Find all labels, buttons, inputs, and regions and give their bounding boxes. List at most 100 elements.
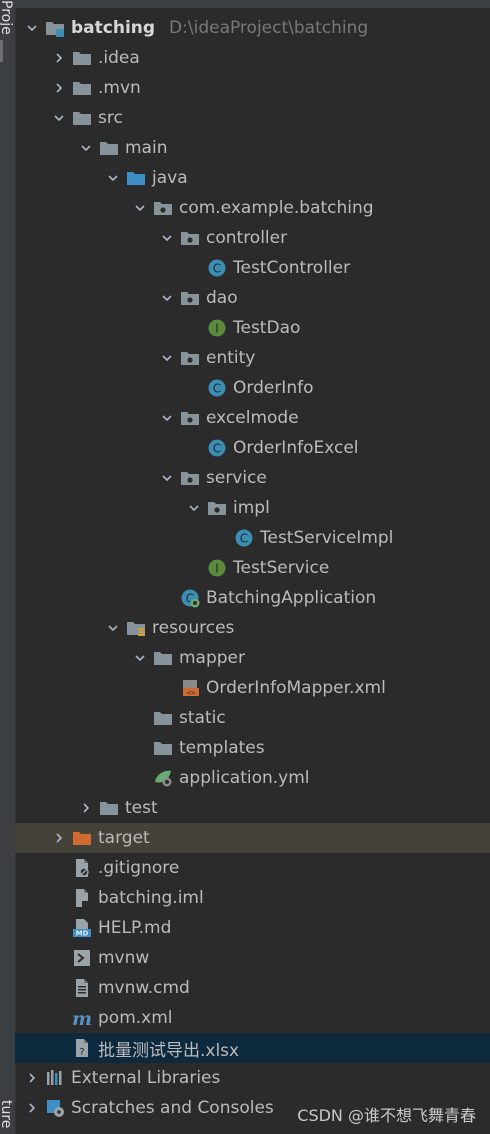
tree-node-label: test — [125, 798, 158, 818]
tree-node-label: target — [98, 828, 150, 848]
folder-icon — [72, 103, 92, 133]
tree-node-help-md[interactable]: MD HELP.md — [15, 913, 490, 943]
tree-node-label: com.example.batching — [179, 198, 374, 218]
tool-window-strip: Proje ture — [0, 0, 16, 1134]
tree-node-com-example-batching[interactable]: com.example.batching — [15, 193, 490, 223]
chevron-right-icon[interactable] — [25, 1063, 39, 1093]
class-icon: C — [207, 373, 227, 403]
chevron-down-icon[interactable] — [160, 283, 174, 313]
tree-node-external-libraries[interactable]: External Libraries — [15, 1063, 490, 1093]
chevron-right-icon[interactable] — [79, 793, 93, 823]
tree-node-mapper[interactable]: mapper — [15, 643, 490, 673]
tree-node-xlsx[interactable]: ? 批量测试导出.xlsx — [15, 1033, 490, 1063]
tree-node-src[interactable]: src — [15, 103, 490, 133]
tree-node-excelmode[interactable]: excelmode — [15, 403, 490, 433]
chevron-down-icon[interactable] — [133, 643, 147, 673]
project-tool-tab[interactable]: Proje — [0, 0, 14, 40]
tree-node-java[interactable]: java — [15, 163, 490, 193]
tree-node-entity[interactable]: entity — [15, 343, 490, 373]
structure-tool-tab[interactable]: ture — [0, 1100, 14, 1134]
folder-icon — [99, 793, 119, 823]
tree-node-label: Scratches and Consoles — [71, 1098, 274, 1118]
tree-node-label: mapper — [179, 648, 246, 668]
tree-node-label: resources — [152, 618, 235, 638]
tree-node-test[interactable]: test — [15, 793, 490, 823]
libraries-icon — [45, 1063, 65, 1093]
tree-node-testdao[interactable]: I TestDao — [15, 313, 490, 343]
chevron-down-icon[interactable] — [133, 193, 147, 223]
tree-node-mvnw[interactable]: mvnw — [15, 943, 490, 973]
chevron-down-icon[interactable] — [25, 13, 39, 43]
tree-node-idea[interactable]: .idea — [15, 43, 490, 73]
chevron-down-icon[interactable] — [106, 613, 120, 643]
chevron-down-icon[interactable] — [160, 223, 174, 253]
svg-text:MD: MD — [76, 930, 89, 938]
tree-node-application-yml[interactable]: application.yml — [15, 763, 490, 793]
project-header-bar — [15, 0, 490, 8]
iml-file-icon — [72, 883, 92, 913]
chevron-down-icon[interactable] — [79, 133, 93, 163]
tree-node-label: mvnw.cmd — [98, 978, 190, 998]
tree-node-batchingapplication[interactable]: C BatchingApplication — [15, 583, 490, 613]
xml-file-icon: <> — [180, 673, 200, 703]
package-icon — [180, 463, 200, 493]
tree-node-label: BatchingApplication — [206, 588, 377, 608]
tree-node-mvn[interactable]: .mvn — [15, 73, 490, 103]
tree-node-impl[interactable]: impl — [15, 493, 490, 523]
svg-text:m: m — [72, 1008, 92, 1028]
tree-node-pom-xml[interactable]: m pom.xml — [15, 1003, 490, 1033]
tree-node-label: application.yml — [179, 768, 310, 788]
tree-node-static[interactable]: static — [15, 703, 490, 733]
folder-icon — [153, 703, 173, 733]
chevron-down-icon[interactable] — [187, 493, 201, 523]
chevron-down-icon[interactable] — [106, 163, 120, 193]
tree-node-resources[interactable]: resources — [15, 613, 490, 643]
ignore-file-icon — [72, 853, 92, 883]
tree-node-batching[interactable]: batching D:\ideaProject\batching — [15, 13, 490, 43]
tree-node-templates[interactable]: templates — [15, 733, 490, 763]
tree-node-mvnw-cmd[interactable]: mvnw.cmd — [15, 973, 490, 1003]
tree-node-main[interactable]: main — [15, 133, 490, 163]
tree-node-label: TestService — [233, 558, 330, 578]
chevron-right-icon[interactable] — [52, 43, 66, 73]
scratches-icon — [45, 1093, 65, 1123]
tree-node-label: dao — [206, 288, 238, 308]
chevron-down-icon[interactable] — [160, 463, 174, 493]
tree-node-batching-iml[interactable]: batching.iml — [15, 883, 490, 913]
chevron-right-icon[interactable] — [25, 1093, 39, 1123]
tree-node-testcontroller[interactable]: C TestController — [15, 253, 490, 283]
chevron-down-icon[interactable] — [52, 103, 66, 133]
folder-icon — [72, 43, 92, 73]
tree-node-testservice[interactable]: I TestService — [15, 553, 490, 583]
tree-node-label: src — [98, 108, 123, 128]
tree-node-service[interactable]: service — [15, 463, 490, 493]
svg-text:?: ? — [79, 1047, 84, 1058]
class-icon: C — [207, 433, 227, 463]
chevron-right-icon[interactable] — [52, 823, 66, 853]
chevron-down-icon[interactable] — [160, 403, 174, 433]
tree-node-controller[interactable]: controller — [15, 223, 490, 253]
tree-node-orderinfo[interactable]: C OrderInfo — [15, 373, 490, 403]
svg-text:C: C — [213, 262, 221, 276]
chevron-down-icon[interactable] — [160, 343, 174, 373]
tree-node-orderinfoexcel[interactable]: C OrderInfoExcel — [15, 433, 490, 463]
svg-text:C: C — [240, 532, 248, 546]
module-path: D:\ideaProject\batching — [169, 18, 369, 38]
tree-node-label: .gitignore — [98, 858, 180, 878]
markdown-file-icon: MD — [72, 913, 92, 943]
chevron-right-icon[interactable] — [52, 73, 66, 103]
tree-node-label: TestController — [233, 258, 351, 278]
tree-node-orderinfomapper-xml[interactable]: <> OrderInfoMapper.xml — [15, 673, 490, 703]
tree-node-testserviceimpl[interactable]: C TestServiceImpl — [15, 523, 490, 553]
tree-node-gitignore[interactable]: .gitignore — [15, 853, 490, 883]
svg-text:I: I — [215, 322, 219, 336]
package-icon — [180, 343, 200, 373]
tree-node-target[interactable]: target — [15, 823, 490, 853]
tree-node-dao[interactable]: dao — [15, 283, 490, 313]
interface-icon: I — [207, 313, 227, 343]
spring-boot-class-icon: C — [180, 583, 200, 613]
